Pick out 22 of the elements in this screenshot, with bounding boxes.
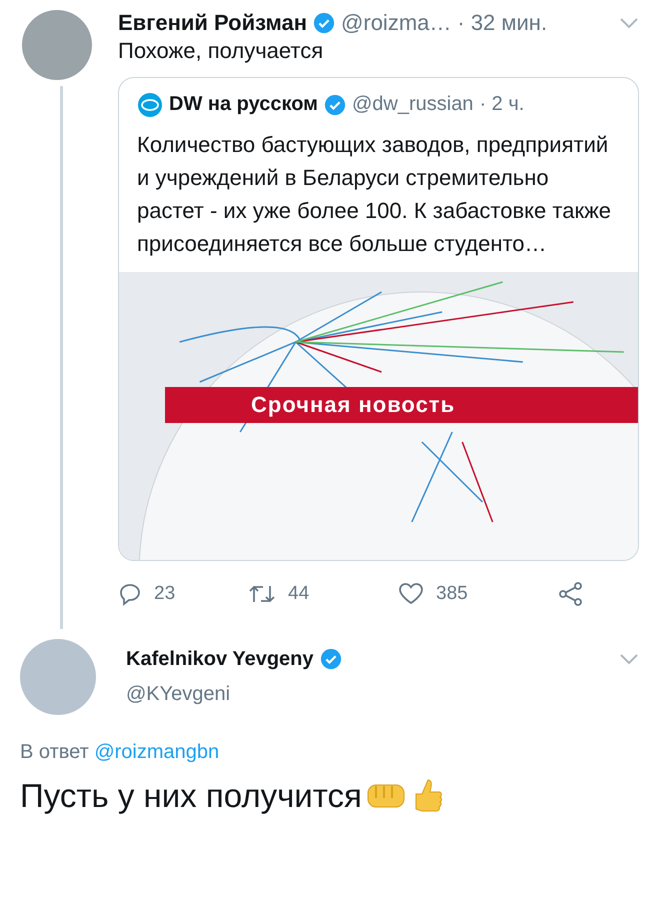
reply-icon[interactable] [118,582,142,606]
tweet-text: Похоже, получается [118,37,324,65]
action-count: 44 [288,582,310,605]
author-handle[interactable]: @KYevgeni [126,682,639,706]
quoted-author-name[interactable]: DW на русском [169,93,318,116]
author-name[interactable]: Kafelnikov Yevgeny [126,648,314,671]
reply-text: Пусть у них получится [20,776,362,815]
action-count: 385 [436,582,468,605]
share-icon[interactable] [558,580,584,607]
reply-label: В ответ [20,740,89,763]
quoted-author-handle[interactable]: @dw_russian [352,93,474,116]
quoted-tweet-text: Количество бастующих заводов, предприятий и учреждений в Беларуси стремительно растет - их уже более 100. К забастовке также присоединяется все больше студенто… [137,130,612,258]
quoted-tweet-time: · 2 ч. [479,93,524,116]
heart-icon[interactable] [398,582,424,606]
logo-icon [137,92,163,118]
news-banner: Срочная новость [165,386,638,423]
author-handle[interactable]: @roizma… [341,10,452,36]
quoted-tweet-card[interactable] [118,76,639,561]
author-name[interactable]: Евгений Ройзман [118,10,308,36]
tweet-time: · 32 мин. [457,10,548,36]
action-count: 23 [154,582,176,605]
mention-link[interactable]: @roizmangbn [94,740,220,763]
